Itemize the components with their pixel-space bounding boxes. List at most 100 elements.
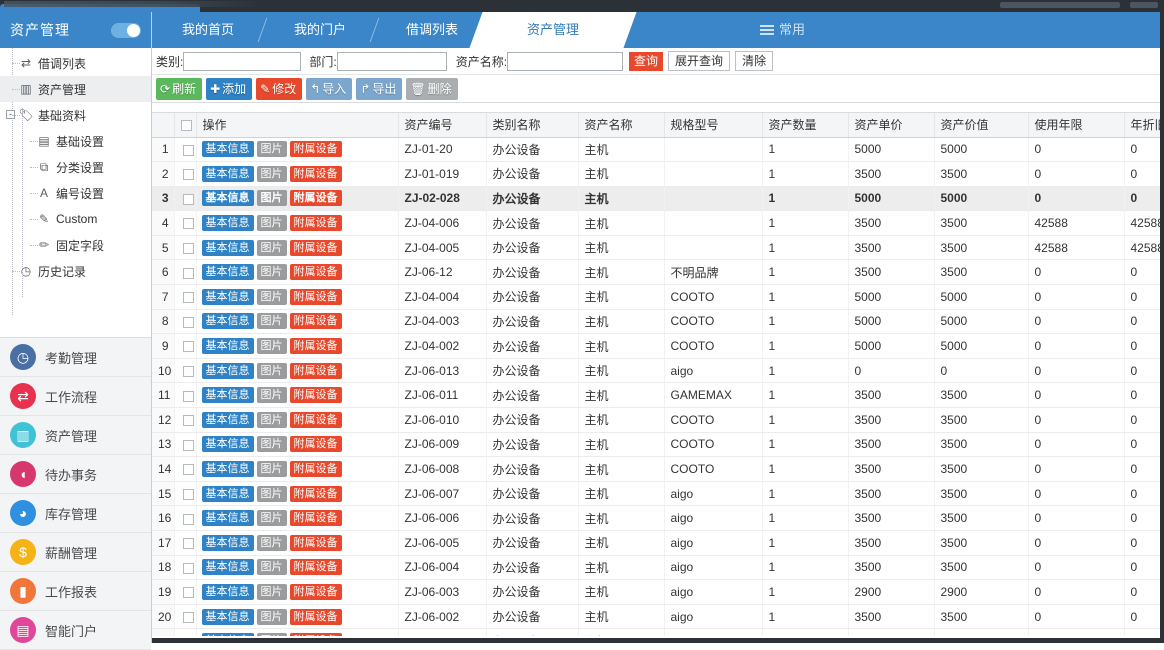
basic-info-button[interactable]: 基本信息 [202,486,254,502]
row-checkbox[interactable] [183,243,194,254]
sidebar-tree-item-5[interactable]: ⧉分类设置 [0,154,151,180]
clear-button[interactable]: 清除 [735,51,773,71]
sidebar-module-3[interactable]: ▥资产管理 [0,416,151,455]
image-button[interactable]: 图片 [257,363,287,379]
basic-info-button[interactable]: 基本信息 [202,166,254,182]
image-button[interactable]: 图片 [257,559,287,575]
row-select-cell[interactable] [174,309,196,334]
export-button[interactable]: ↱导出 [356,78,402,100]
row-select-cell[interactable] [174,162,196,187]
row-checkbox[interactable] [183,538,194,549]
accessory-button[interactable]: 附属设备 [290,338,342,354]
basic-info-button[interactable]: 基本信息 [202,264,254,280]
row-select-cell[interactable] [174,358,196,383]
common-menu-button[interactable]: 常用 [760,12,805,48]
header-operation[interactable]: 操作 [196,113,398,137]
row-select-cell[interactable] [174,457,196,482]
table-row[interactable]: 6基本信息图片附属设备ZJ-06-12办公设备主机不明品牌13500350000 [152,260,1164,285]
accessory-button[interactable]: 附属设备 [290,141,342,157]
accessory-button[interactable]: 附属设备 [290,240,342,256]
row-select-cell[interactable] [174,408,196,433]
row-select-cell[interactable] [174,211,196,236]
table-row[interactable]: 21基本信息图片附属设备ZJ-06-001办公设备主机aigo135003500… [152,629,1164,636]
table-row[interactable]: 4基本信息图片附属设备ZJ-04-006办公设备主机13500350042588… [152,211,1164,236]
table-row[interactable]: 20基本信息图片附属设备ZJ-06-002办公设备主机aigo135003500… [152,604,1164,629]
row-select-cell[interactable] [174,285,196,310]
row-select-cell[interactable] [174,137,196,162]
accessory-button[interactable]: 附属设备 [290,559,342,575]
basic-info-button[interactable]: 基本信息 [202,461,254,477]
table-row[interactable]: 16基本信息图片附属设备ZJ-06-006办公设备主机aigo135003500… [152,506,1164,531]
image-button[interactable]: 图片 [257,535,287,551]
sidebar-module-6[interactable]: $薪酬管理 [0,533,151,572]
accessory-button[interactable]: 附属设备 [290,584,342,600]
row-select-cell[interactable] [174,531,196,556]
sidebar-tree-item-3[interactable]: -🏷基础资料 [0,102,151,128]
tab-4[interactable]: 资产管理 [488,12,618,48]
basic-info-button[interactable]: 基本信息 [202,289,254,305]
query-button[interactable]: 查询 [629,52,663,71]
sidebar-module-5[interactable]: ◕库存管理 [0,494,151,533]
asset-table-container[interactable]: 操作 资产编号 类别名称 资产名称 规格型号 资产数量 资产单价 资产价值 使用… [152,112,1164,636]
sidebar-tree-item-9[interactable]: ◷历史记录 [0,258,151,284]
image-button[interactable]: 图片 [257,609,287,625]
sidebar-module-8[interactable]: ▤智能门户 [0,611,151,650]
select-all-checkbox[interactable] [181,120,192,131]
import-button[interactable]: ↰导入 [306,78,352,100]
basic-info-button[interactable]: 基本信息 [202,633,254,636]
image-button[interactable]: 图片 [257,584,287,600]
table-row[interactable]: 19基本信息图片附属设备ZJ-06-003办公设备主机aigo129002900… [152,580,1164,605]
basic-info-button[interactable]: 基本信息 [202,584,254,600]
tab-2[interactable]: 我的门户 [264,12,376,48]
refresh-button[interactable]: ⟳刷新 [156,78,202,100]
sidebar-toggle[interactable] [111,23,141,38]
table-row[interactable]: 9基本信息图片附属设备ZJ-04-002办公设备主机COOTO150005000… [152,334,1164,359]
header-unit-price[interactable]: 资产单价 [848,113,934,137]
browser-toolbar-button[interactable] [1000,2,1120,8]
sidebar-module-1[interactable]: ◷考勤管理 [0,338,151,377]
table-row[interactable]: 10基本信息图片附属设备ZJ-06-013办公设备主机aigo10000 [152,358,1164,383]
row-select-cell[interactable] [174,604,196,629]
asset-name-input[interactable] [507,52,623,71]
row-select-cell[interactable] [174,186,196,211]
sidebar-tree-item-4[interactable]: ▤基础设置 [0,128,151,154]
row-checkbox[interactable] [183,612,194,623]
header-quantity[interactable]: 资产数量 [762,113,848,137]
row-checkbox[interactable] [183,415,194,426]
accessory-button[interactable]: 附属设备 [290,609,342,625]
image-button[interactable]: 图片 [257,486,287,502]
delete-button[interactable]: 🗑删除 [406,78,457,100]
accessory-button[interactable]: 附属设备 [290,436,342,452]
row-select-cell[interactable] [174,555,196,580]
sidebar-tree-item-1[interactable]: ⇄借调列表 [0,50,151,76]
basic-info-button[interactable]: 基本信息 [202,190,254,206]
sidebar-tree-item-8[interactable]: ✏固定字段 [0,232,151,258]
table-row[interactable]: 12基本信息图片附属设备ZJ-06-010办公设备主机COOTO13500350… [152,408,1164,433]
accessory-button[interactable]: 附属设备 [290,633,342,636]
row-checkbox[interactable] [183,563,194,574]
accessory-button[interactable]: 附属设备 [290,264,342,280]
header-asset-value[interactable]: 资产价值 [934,113,1028,137]
basic-info-button[interactable]: 基本信息 [202,363,254,379]
header-category[interactable]: 类别名称 [486,113,578,137]
basic-info-button[interactable]: 基本信息 [202,240,254,256]
table-row[interactable]: 3基本信息图片附属设备ZJ-02-028办公设备主机15000500000 [152,186,1164,211]
header-asset-code[interactable]: 资产编号 [398,113,486,137]
accessory-button[interactable]: 附属设备 [290,190,342,206]
header-depreciation[interactable]: 年折旧资金 [1124,113,1164,137]
basic-info-button[interactable]: 基本信息 [202,338,254,354]
table-row[interactable]: 13基本信息图片附属设备ZJ-06-009办公设备主机COOTO13500350… [152,432,1164,457]
sidebar-tree-item-7[interactable]: ✎Custom [0,206,151,232]
basic-info-button[interactable]: 基本信息 [202,141,254,157]
accessory-button[interactable]: 附属设备 [290,486,342,502]
edit-button[interactable]: ✎修改 [256,78,302,100]
row-checkbox[interactable] [183,587,194,598]
sidebar-module-7[interactable]: ▮工作报表 [0,572,151,611]
accessory-button[interactable]: 附属设备 [290,289,342,305]
table-row[interactable]: 17基本信息图片附属设备ZJ-06-005办公设备主机aigo135003500… [152,531,1164,556]
image-button[interactable]: 图片 [257,166,287,182]
image-button[interactable]: 图片 [257,289,287,305]
row-checkbox[interactable] [183,341,194,352]
row-checkbox[interactable] [183,218,194,229]
dept-input[interactable] [337,52,447,71]
